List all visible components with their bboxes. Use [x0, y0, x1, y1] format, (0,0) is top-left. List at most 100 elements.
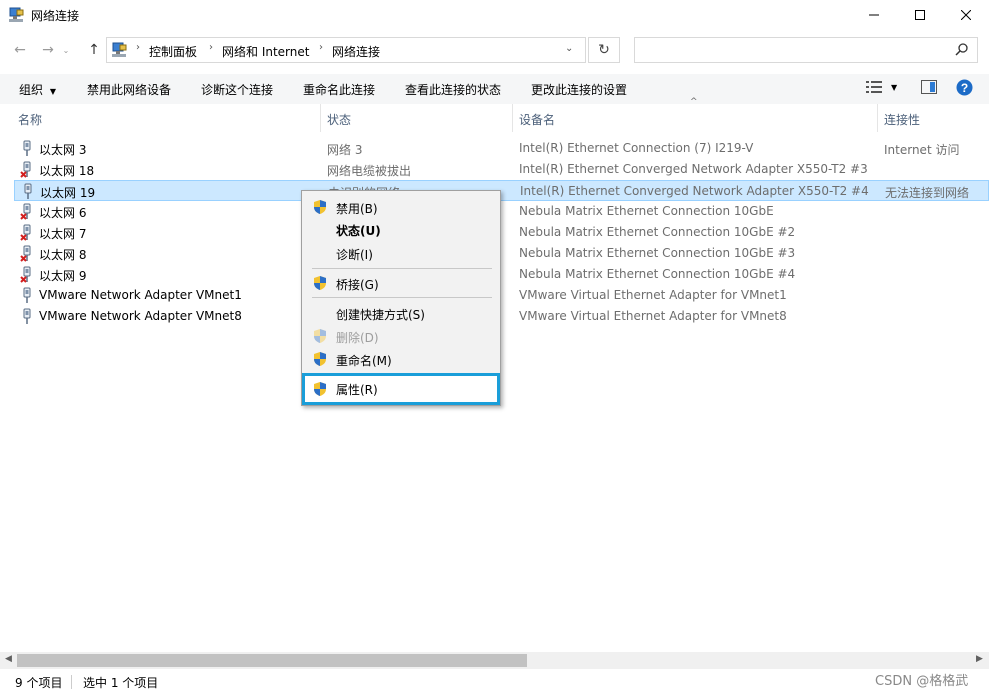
forward-button[interactable]: →: [38, 40, 58, 60]
scroll-left-icon[interactable]: ◀: [5, 654, 12, 664]
svg-text:?: ?: [961, 81, 968, 95]
device-name: Intel(R) Ethernet Connection (7) I219-V: [519, 141, 754, 155]
connection-name: 以太网 9: [39, 269, 87, 283]
menu-item-label: 禁用(B): [336, 202, 378, 216]
list-item[interactable]: 以太网 6 Nebula Matrix Ethernet Connection 1…: [14, 201, 989, 222]
search-input[interactable]: [634, 37, 978, 63]
scrollbar-thumb[interactable]: [17, 654, 527, 667]
list-item[interactable]: 以太网 7 Nebula Matrix Ethernet Connection 1…: [14, 222, 989, 243]
network-adapter-disconnected-icon: [20, 224, 31, 241]
menu-item-label: 创建快捷方式(S): [336, 308, 425, 322]
breadcrumb-network-connections[interactable]: 网络连接: [332, 43, 380, 60]
device-name: Intel(R) Ethernet Converged Network Adap…: [519, 162, 868, 176]
column-header-connectivity[interactable]: 连接性: [884, 104, 984, 132]
status-bar: 9 个项目 选中 1 个项目: [0, 669, 989, 693]
connection-name: 以太网 18: [39, 164, 95, 178]
navigation-bar: ← → ⌄ ↑ › 控制面板 › 网络和 Internet › 网络连接 ⌄ ↻: [0, 30, 989, 70]
arrow-left-icon: ←: [14, 42, 26, 58]
column-header-status[interactable]: 状态: [327, 104, 512, 132]
column-header-name[interactable]: 名称: [18, 104, 320, 132]
menu-item-label: 状态(U): [336, 224, 381, 238]
command-bar: 组织 ▼ 禁用此网络设备 诊断这个连接 重命名此连接 查看此连接的状态 更改此连…: [0, 74, 989, 104]
close-button[interactable]: [943, 0, 989, 30]
network-adapter-disconnected-icon: [20, 161, 31, 178]
preview-pane-button[interactable]: [921, 80, 937, 97]
connection-name: VMware Network Adapter VMnet1: [39, 288, 242, 302]
change-settings-button[interactable]: 更改此连接的设置: [531, 81, 627, 98]
address-bar[interactable]: › 控制面板 › 网络和 Internet › 网络连接 ⌄: [106, 37, 586, 63]
chevron-right-icon: ›: [136, 42, 140, 53]
connection-name: VMware Network Adapter VMnet8: [39, 309, 242, 323]
network-adapter-icon: [23, 287, 31, 303]
column-name-label: 名称: [18, 113, 43, 127]
connection-status: 网络电缆被拔出: [327, 164, 412, 178]
help-button[interactable]: ?: [956, 79, 973, 99]
menu-item-properties[interactable]: 属性(R): [302, 373, 500, 405]
back-button[interactable]: ←: [10, 40, 30, 60]
uac-shield-icon: [314, 329, 326, 343]
list-item[interactable]: 以太网 18 网络电缆被拔出 Intel(R) Ethernet Converged…: [14, 159, 989, 180]
uac-shield-icon: [314, 352, 326, 366]
column-header-device[interactable]: 设备名: [519, 104, 876, 132]
menu-item-label: 删除(D): [336, 331, 379, 345]
device-name: Nebula Matrix Ethernet Connection 10GbE: [519, 204, 774, 218]
breadcrumb-control-panel[interactable]: 控制面板: [149, 43, 197, 60]
organize-button[interactable]: 组织 ▼: [19, 81, 56, 98]
device-name: Nebula Matrix Ethernet Connection 10GbE …: [519, 225, 796, 239]
chevron-right-icon[interactable]: ›: [209, 42, 213, 53]
connection-name: 以太网 19: [40, 186, 96, 200]
connectivity: Internet 访问: [884, 143, 960, 157]
connection-status: 网络 3: [327, 143, 363, 157]
device-name: Nebula Matrix Ethernet Connection 10GbE …: [519, 267, 796, 281]
diagnose-button[interactable]: 诊断这个连接: [201, 81, 273, 98]
scroll-right-icon[interactable]: ▶: [976, 654, 983, 664]
title-bar: 网络连接: [0, 0, 989, 30]
device-name: VMware Virtual Ethernet Adapter for VMne…: [519, 309, 787, 323]
horizontal-scrollbar[interactable]: ◀ ▶: [0, 652, 989, 669]
search-icon: [955, 43, 968, 56]
preview-pane-icon: [921, 80, 937, 94]
menu-item-rename[interactable]: 重命名(M): [302, 348, 500, 370]
network-connections-icon: [9, 7, 24, 22]
view-list-icon: [866, 81, 882, 93]
view-status-button[interactable]: 查看此连接的状态: [405, 81, 501, 98]
recent-locations-button[interactable]: ⌄: [60, 40, 72, 60]
network-adapter-icon: [24, 183, 32, 199]
menu-item-disable[interactable]: 禁用(B): [302, 196, 500, 218]
status-divider: [71, 675, 72, 689]
maximize-button[interactable]: [897, 0, 943, 30]
menu-item-diagnose[interactable]: 诊断(I): [302, 242, 500, 264]
list-item[interactable]: 以太网 8 Nebula Matrix Ethernet Connection 1…: [14, 243, 989, 264]
menu-item-status[interactable]: 状态(U): [302, 218, 500, 240]
list-item[interactable]: VMware Network Adapter VMnet1 VMware Virt…: [14, 285, 989, 306]
network-adapter-disconnected-icon: [20, 245, 31, 262]
menu-item-bridge[interactable]: 桥接(G): [302, 272, 500, 294]
list-item[interactable]: VMware Network Adapter VMnet8 VMware Virt…: [14, 306, 989, 327]
column-divider[interactable]: [320, 104, 321, 132]
chevron-right-icon[interactable]: ›: [319, 42, 323, 53]
disable-device-button[interactable]: 禁用此网络设备: [87, 81, 171, 98]
caret-down-icon[interactable]: ▼: [891, 83, 897, 92]
refresh-button[interactable]: ↻: [588, 37, 620, 63]
list-item[interactable]: 以太网 3 网络 3 Intel(R) Ethernet Connection (7…: [14, 138, 989, 159]
up-button[interactable]: ↑: [84, 40, 104, 60]
network-adapter-disconnected-icon: [20, 266, 31, 283]
uac-shield-icon: [314, 200, 326, 214]
list-item[interactable]: 以太网 19未识别的网络Intel(R) Ethernet Converged …: [14, 180, 989, 201]
window-title: 网络连接: [31, 9, 80, 23]
column-divider[interactable]: [877, 104, 878, 132]
column-device-label: 设备名: [519, 113, 556, 127]
list-item[interactable]: 以太网 9 Nebula Matrix Ethernet Connection 1…: [14, 264, 989, 285]
menu-item-create-shortcut[interactable]: 创建快捷方式(S): [302, 302, 500, 324]
view-options-button[interactable]: [866, 80, 882, 97]
rename-button[interactable]: 重命名此连接: [303, 81, 375, 98]
refresh-icon: ↻: [598, 42, 610, 58]
close-icon: [961, 10, 971, 20]
breadcrumb-network-internet[interactable]: 网络和 Internet: [222, 43, 309, 60]
minimize-button[interactable]: [851, 0, 897, 30]
column-divider[interactable]: [512, 104, 513, 132]
chevron-down-icon[interactable]: ⌄: [565, 43, 573, 54]
uac-shield-icon: [314, 276, 326, 290]
menu-separator: [312, 268, 492, 269]
uac-shield-icon: [314, 382, 326, 396]
